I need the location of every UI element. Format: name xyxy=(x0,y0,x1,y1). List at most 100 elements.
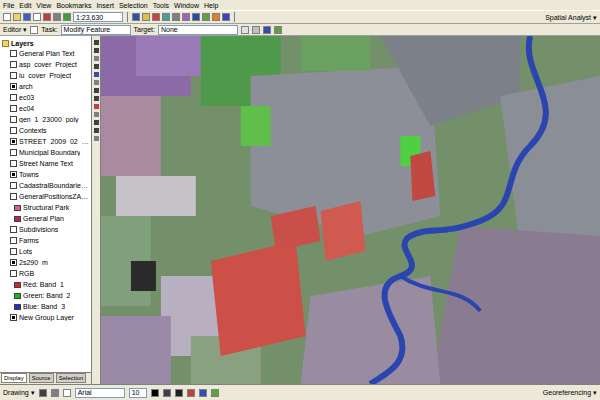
tool-icon[interactable] xyxy=(152,13,160,21)
tool-icon[interactable] xyxy=(274,26,282,34)
toc-item[interactable]: Subdivisions xyxy=(0,224,91,235)
tool-icon[interactable] xyxy=(94,56,99,61)
tool-icon[interactable] xyxy=(94,64,99,69)
layer-checkbox[interactable] xyxy=(10,138,17,145)
toc-item[interactable]: RGB xyxy=(0,268,91,279)
tool-icon[interactable] xyxy=(3,13,11,21)
toc-item[interactable]: Green: Band_2 xyxy=(0,290,91,301)
toc-item[interactable]: Towns xyxy=(0,169,91,180)
toc-item[interactable]: Structural Park xyxy=(0,202,91,213)
tool-icon[interactable] xyxy=(23,13,31,21)
toc-tab[interactable]: Selection xyxy=(56,373,87,383)
layer-checkbox[interactable] xyxy=(10,160,17,167)
tool-icon[interactable] xyxy=(142,13,150,21)
toc-item[interactable]: arch xyxy=(0,81,91,92)
tool-icon[interactable] xyxy=(94,136,99,141)
toc-item[interactable]: General Plan Text xyxy=(0,48,91,59)
layer-checkbox[interactable] xyxy=(10,105,17,112)
layer-checkbox[interactable] xyxy=(10,50,17,57)
spatial-analyst-menu[interactable]: Spatial Analyst ▾ xyxy=(545,14,597,21)
toc-item[interactable]: Blue: Band_3 xyxy=(0,301,91,312)
layer-checkbox[interactable] xyxy=(10,116,17,123)
toc-item[interactable]: ec03 xyxy=(0,92,91,103)
tool-icon[interactable] xyxy=(252,26,260,34)
scale-field[interactable]: 1:23,630 xyxy=(73,12,123,22)
toc-item[interactable]: STREET_2009_02_09_poly xyxy=(0,136,91,147)
tool-icon[interactable] xyxy=(94,112,99,117)
toc-item[interactable]: asp_cover_Project xyxy=(0,59,91,70)
menu-item[interactable]: Selection xyxy=(119,2,148,9)
layer-checkbox[interactable] xyxy=(10,94,17,101)
layer-checkbox[interactable] xyxy=(10,171,17,178)
tool-icon[interactable] xyxy=(132,13,140,21)
editor-menu[interactable]: Editor ▾ xyxy=(3,26,27,33)
tool-icon[interactable] xyxy=(94,128,99,133)
layer-checkbox[interactable] xyxy=(10,259,17,266)
toc-tab[interactable]: Source xyxy=(29,373,54,383)
tool-icon[interactable] xyxy=(39,389,47,397)
layer-checkbox[interactable] xyxy=(10,72,17,79)
tool-icon[interactable] xyxy=(94,120,99,125)
tool-icon[interactable] xyxy=(211,389,219,397)
task-dropdown[interactable]: Modify Feature xyxy=(61,25,131,35)
tool-icon[interactable] xyxy=(212,13,220,21)
tool-icon[interactable] xyxy=(13,13,21,21)
tool-icon[interactable] xyxy=(163,389,171,397)
toc-item[interactable]: gen_1_23000_poly xyxy=(0,114,91,125)
tool-icon[interactable] xyxy=(33,13,41,21)
layer-checkbox[interactable] xyxy=(10,314,17,321)
menu-item[interactable]: File xyxy=(3,2,14,9)
tool-icon[interactable] xyxy=(51,389,59,397)
tool-icon[interactable] xyxy=(182,13,190,21)
menu-item[interactable]: Bookmarks xyxy=(56,2,91,9)
tool-icon[interactable] xyxy=(175,389,183,397)
tool-icon[interactable] xyxy=(94,48,99,53)
toc-item[interactable]: Lots xyxy=(0,246,91,257)
menu-item[interactable]: Window xyxy=(174,2,199,9)
font-size-dropdown[interactable]: 10 xyxy=(129,388,147,398)
tool-icon[interactable] xyxy=(30,26,38,34)
toc-item[interactable]: GeneralPositionsZA_Privat... xyxy=(0,191,91,202)
menu-item[interactable]: Tools xyxy=(153,2,169,9)
layer-checkbox[interactable] xyxy=(10,83,17,90)
tool-icon[interactable] xyxy=(94,80,99,85)
toc-item[interactable]: CadastralBoundaries_Pro... xyxy=(0,180,91,191)
toc-item[interactable]: 2s290_m xyxy=(0,257,91,268)
layer-checkbox[interactable] xyxy=(10,237,17,244)
layer-checkbox[interactable] xyxy=(10,270,17,277)
tool-icon[interactable] xyxy=(53,13,61,21)
target-dropdown[interactable]: None xyxy=(158,25,238,35)
tool-icon[interactable] xyxy=(199,389,207,397)
tool-icon[interactable] xyxy=(63,389,71,397)
layer-checkbox[interactable] xyxy=(10,127,17,134)
tool-icon[interactable] xyxy=(94,96,99,101)
layer-checkbox[interactable] xyxy=(10,193,17,200)
tool-icon[interactable] xyxy=(162,13,170,21)
tool-icon[interactable] xyxy=(94,104,99,109)
tool-icon[interactable] xyxy=(241,26,249,34)
tool-icon[interactable] xyxy=(94,88,99,93)
layer-checkbox[interactable] xyxy=(10,61,17,68)
tool-icon[interactable] xyxy=(63,13,71,21)
tool-icon[interactable] xyxy=(187,389,195,397)
font-dropdown[interactable]: Arial xyxy=(75,388,125,398)
toc-item[interactable]: Contexts xyxy=(0,125,91,136)
layer-checkbox[interactable] xyxy=(10,226,17,233)
tool-icon[interactable] xyxy=(222,13,230,21)
tool-icon[interactable] xyxy=(192,13,200,21)
toc-item[interactable]: General Plan xyxy=(0,213,91,224)
tool-icon[interactable] xyxy=(202,13,210,21)
layer-checkbox[interactable] xyxy=(10,149,17,156)
menu-item[interactable]: Edit xyxy=(19,2,31,9)
drawing-menu[interactable]: Drawing ▾ xyxy=(3,389,35,396)
map-view[interactable] xyxy=(101,36,600,384)
toc-item[interactable]: Farms xyxy=(0,235,91,246)
toc-item[interactable]: ec04 xyxy=(0,103,91,114)
toc-item[interactable]: Red: Band_1 xyxy=(0,279,91,290)
toc-item[interactable]: Street Name Text xyxy=(0,158,91,169)
menu-item[interactable]: Insert xyxy=(96,2,114,9)
toc-item[interactable]: Municipal Boundary xyxy=(0,147,91,158)
layer-checkbox[interactable] xyxy=(10,248,17,255)
tool-icon[interactable] xyxy=(94,40,99,45)
tool-icon[interactable] xyxy=(43,13,51,21)
